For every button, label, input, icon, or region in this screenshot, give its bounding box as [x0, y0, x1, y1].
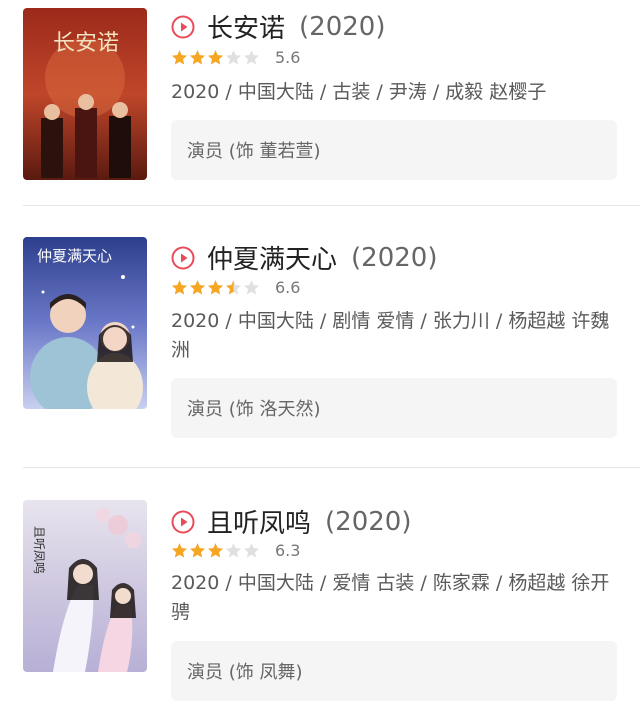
play-circle-icon[interactable] [171, 246, 195, 270]
movie-title[interactable]: 且听凤鸣 [207, 503, 311, 540]
rating-row: 6.3 [171, 541, 300, 560]
divider [23, 467, 640, 468]
poster-title: 长安诺 [53, 31, 119, 56]
movie-year: (2020) [351, 242, 438, 273]
play-circle-icon[interactable] [171, 510, 195, 534]
star-icon [190, 280, 205, 295]
poster-title: 且听凤鸣 [32, 526, 47, 574]
rating-row: 5.6 [171, 48, 300, 67]
role-box: 演员 (饰 洛天然) [171, 378, 617, 438]
movie-year: (2020) [299, 11, 386, 42]
star-icon [244, 280, 259, 295]
role-box: 演员 (饰 董若萱) [171, 120, 617, 180]
rating-score: 5.6 [275, 48, 301, 67]
rating-score: 6.6 [275, 278, 301, 297]
star-icon [226, 543, 241, 558]
movie-title[interactable]: 长安诺 [207, 8, 285, 45]
star-icon [226, 280, 241, 295]
star-icon [172, 280, 187, 295]
role-text: 演员 (饰 凤舞) [187, 662, 303, 683]
star-icon [208, 50, 223, 65]
poster-title: 仲夏满天心 [37, 247, 112, 265]
play-circle-icon[interactable] [171, 15, 195, 39]
title-row: 仲夏满天心 (2020) [171, 239, 437, 276]
movie-year: (2020) [325, 506, 412, 537]
rating-row: 6.6 [171, 278, 300, 297]
movie-meta: 2020 / 中国大陆 / 古装 / 尹涛 / 成毅 赵樱子 [171, 81, 547, 103]
rating-score: 6.3 [275, 541, 301, 560]
star-rating [171, 279, 261, 296]
role-box: 演员 (饰 凤舞) [171, 641, 617, 701]
star-icon [190, 50, 205, 65]
role-text: 演员 (饰 洛天然) [187, 399, 321, 420]
star-icon [244, 543, 259, 558]
star-icon [208, 280, 223, 295]
star-icon [208, 543, 223, 558]
title-row: 且听凤鸣 (2020) [171, 503, 411, 540]
divider [23, 205, 640, 206]
role-text: 演员 (饰 董若萱) [187, 141, 321, 162]
poster-image[interactable]: 且听凤鸣 [23, 500, 147, 672]
movie-meta: 2020 / 中国大陆 / 剧情 爱情 / 张力川 / 杨超越 许魏洲 [171, 310, 610, 361]
star-rating [171, 542, 261, 559]
star-icon [172, 543, 187, 558]
movie-meta: 2020 / 中国大陆 / 爱情 古装 / 陈家霖 / 杨超越 徐开骋 [171, 572, 610, 623]
star-icon [172, 50, 187, 65]
star-icon [190, 543, 205, 558]
poster-image[interactable]: 长安诺 [23, 8, 147, 180]
star-rating [171, 49, 261, 66]
title-row: 长安诺 (2020) [171, 8, 385, 45]
movie-title[interactable]: 仲夏满天心 [207, 239, 337, 276]
star-icon [226, 50, 241, 65]
poster-image[interactable]: 仲夏满天心 [23, 237, 147, 409]
star-icon [244, 50, 259, 65]
